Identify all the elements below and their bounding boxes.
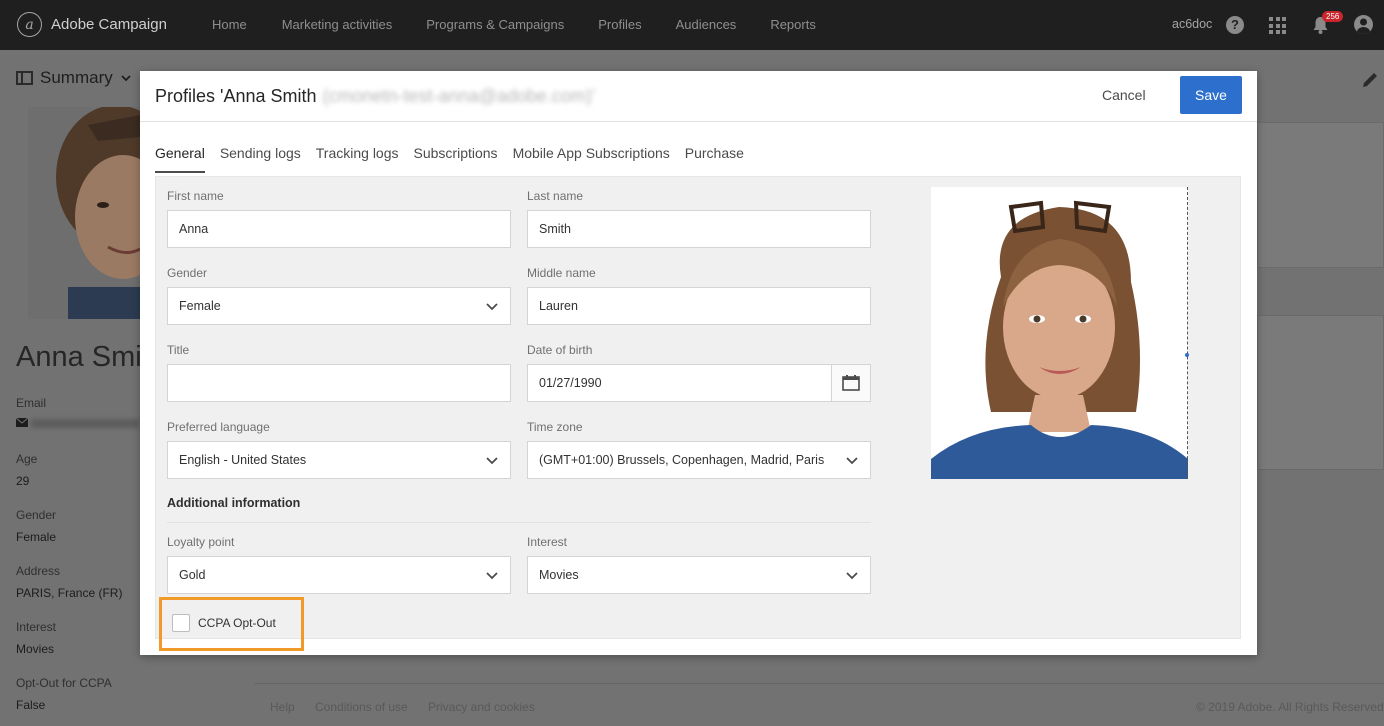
photo-crop-guide (1187, 187, 1188, 479)
chevron-down-icon (121, 75, 131, 82)
footer-privacy-link[interactable]: Privacy and cookies (428, 700, 535, 714)
additional-information-heading: Additional information (167, 496, 301, 510)
app-title[interactable]: Adobe Campaign (51, 16, 167, 33)
chevron-down-icon (486, 457, 498, 465)
preferred-language-select[interactable]: English - United States (167, 441, 511, 479)
chevron-down-icon (486, 572, 498, 580)
interest-select[interactable]: Movies (527, 556, 871, 594)
date-of-birth-field[interactable]: 01/27/1990 (527, 364, 871, 402)
address-label: Address (16, 564, 61, 578)
avatar-icon[interactable] (1354, 15, 1373, 34)
chevron-down-icon (846, 572, 858, 580)
mail-icon (16, 418, 28, 427)
chevron-down-icon (846, 457, 858, 465)
help-icon[interactable]: ? (1226, 16, 1244, 34)
gender-select[interactable]: Female (167, 287, 511, 325)
age-label: Age (16, 452, 38, 466)
dialog-title-email-blurred: (cmonetn-test-anna@adobe.com)' (322, 86, 596, 106)
gender-value: Female (16, 530, 57, 544)
pencil-icon[interactable] (1360, 70, 1380, 90)
preferred-language-label: Preferred language (167, 420, 270, 434)
footer-help-link[interactable]: Help (270, 700, 295, 714)
ccpa-value-bg: False (16, 698, 46, 712)
date-of-birth-value: 01/27/1990 (539, 376, 602, 390)
summary-dropdown[interactable]: Summary (16, 68, 132, 88)
email-value-blurred (31, 419, 139, 428)
first-name-label: First name (167, 189, 224, 203)
age-value: 29 (16, 474, 30, 488)
title-label: Title (167, 343, 190, 357)
address-value: PARIS, France (FR) (16, 586, 123, 600)
nav-item-audiences[interactable]: Audiences (676, 17, 737, 32)
nav-item-home[interactable]: Home (212, 17, 247, 32)
nav-item-marketing-activities[interactable]: Marketing activities (282, 17, 393, 32)
loyalty-point-select[interactable]: Gold (167, 556, 511, 594)
ccpa-opt-out-label[interactable]: CCPA Opt-Out (198, 616, 276, 630)
interest-value: Movies (16, 642, 55, 656)
main-nav: Home Marketing activities Programs & Cam… (212, 17, 850, 32)
tab-mobile-app-subscriptions[interactable]: Mobile App Subscriptions (513, 145, 670, 173)
cancel-button[interactable]: Cancel (1102, 87, 1146, 103)
profile-photo-thumbnail (28, 107, 140, 319)
section-divider (167, 522, 871, 523)
user-name[interactable]: ac6doc (1172, 17, 1212, 31)
time-zone-value: (GMT+01:00) Brussels, Copenhagen, Madrid… (539, 453, 825, 467)
ccpa-highlight-box: CCPA Opt-Out (159, 597, 304, 651)
first-name-field[interactable]: Anna (167, 210, 511, 248)
interest-value: Movies (539, 568, 579, 582)
interest-label: Interest (16, 620, 57, 634)
dialog-header: Profiles 'Anna Smith (cmonetn-test-anna@a… (140, 71, 1257, 122)
ccpa-label-bg: Opt-Out for CCPA (16, 676, 112, 690)
email-label: Email (16, 396, 47, 410)
top-bar: a Adobe Campaign Home Marketing activiti… (0, 0, 1384, 50)
gender-label: Gender (167, 266, 208, 280)
page-footer: Help Conditions of use Privacy and cooki… (254, 683, 1384, 726)
gender-label: Gender (16, 508, 57, 522)
summary-label: Summary (40, 68, 113, 87)
logo-icon[interactable]: a (17, 12, 42, 37)
dialog-title-text: Profiles 'Anna Smith (155, 86, 317, 106)
nav-item-programs-campaigns[interactable]: Programs & Campaigns (426, 17, 564, 32)
ccpa-opt-out-checkbox[interactable] (172, 614, 190, 632)
background-card (1257, 122, 1384, 268)
sidebar-toggle-icon[interactable] (16, 71, 33, 85)
tab-tracking-logs[interactable]: Tracking logs (316, 145, 399, 173)
interest-label: Interest (527, 535, 568, 549)
title-field[interactable] (167, 364, 511, 402)
footer-copyright: © 2019 Adobe. All Rights Reserved (1196, 700, 1384, 714)
profile-photo[interactable] (931, 187, 1188, 479)
nav-item-reports[interactable]: Reports (770, 17, 816, 32)
tab-purchase[interactable]: Purchase (685, 145, 744, 173)
time-zone-select[interactable]: (GMT+01:00) Brussels, Copenhagen, Madrid… (527, 441, 871, 479)
photo-resize-handle[interactable] (1185, 353, 1189, 357)
general-form: First name Anna Last name Smith Gender F… (155, 176, 1241, 651)
apps-grid-icon[interactable] (1269, 17, 1286, 34)
tab-general[interactable]: General (155, 145, 205, 173)
nav-item-profiles[interactable]: Profiles (598, 17, 641, 32)
loyalty-point-value: Gold (179, 568, 206, 582)
chevron-down-icon (486, 303, 498, 311)
middle-name-label: Middle name (527, 266, 596, 280)
notification-badge: 256 (1322, 11, 1344, 22)
time-zone-label: Time zone (527, 420, 583, 434)
gender-select-value: Female (179, 299, 221, 313)
footer-conditions-link[interactable]: Conditions of use (315, 700, 408, 714)
loyalty-point-label: Loyalty point (167, 535, 235, 549)
preferred-language-value: English - United States (179, 453, 307, 467)
calendar-button[interactable] (831, 365, 870, 401)
last-name-field[interactable]: Smith (527, 210, 871, 248)
save-button[interactable]: Save (1180, 76, 1242, 114)
calendar-icon (842, 375, 860, 391)
dialog-title: Profiles 'Anna Smith (cmonetn-test-anna@a… (155, 86, 595, 107)
edit-profile-dialog: Profiles 'Anna Smith (cmonetn-test-anna@a… (140, 71, 1257, 655)
dialog-tabs: General Sending logs Tracking logs Subsc… (155, 145, 759, 173)
tab-subscriptions[interactable]: Subscriptions (414, 145, 498, 173)
date-of-birth-label: Date of birth (527, 343, 593, 357)
last-name-label: Last name (527, 189, 584, 203)
middle-name-field[interactable]: Lauren (527, 287, 871, 325)
background-card (1257, 315, 1384, 470)
tab-sending-logs[interactable]: Sending logs (220, 145, 301, 173)
